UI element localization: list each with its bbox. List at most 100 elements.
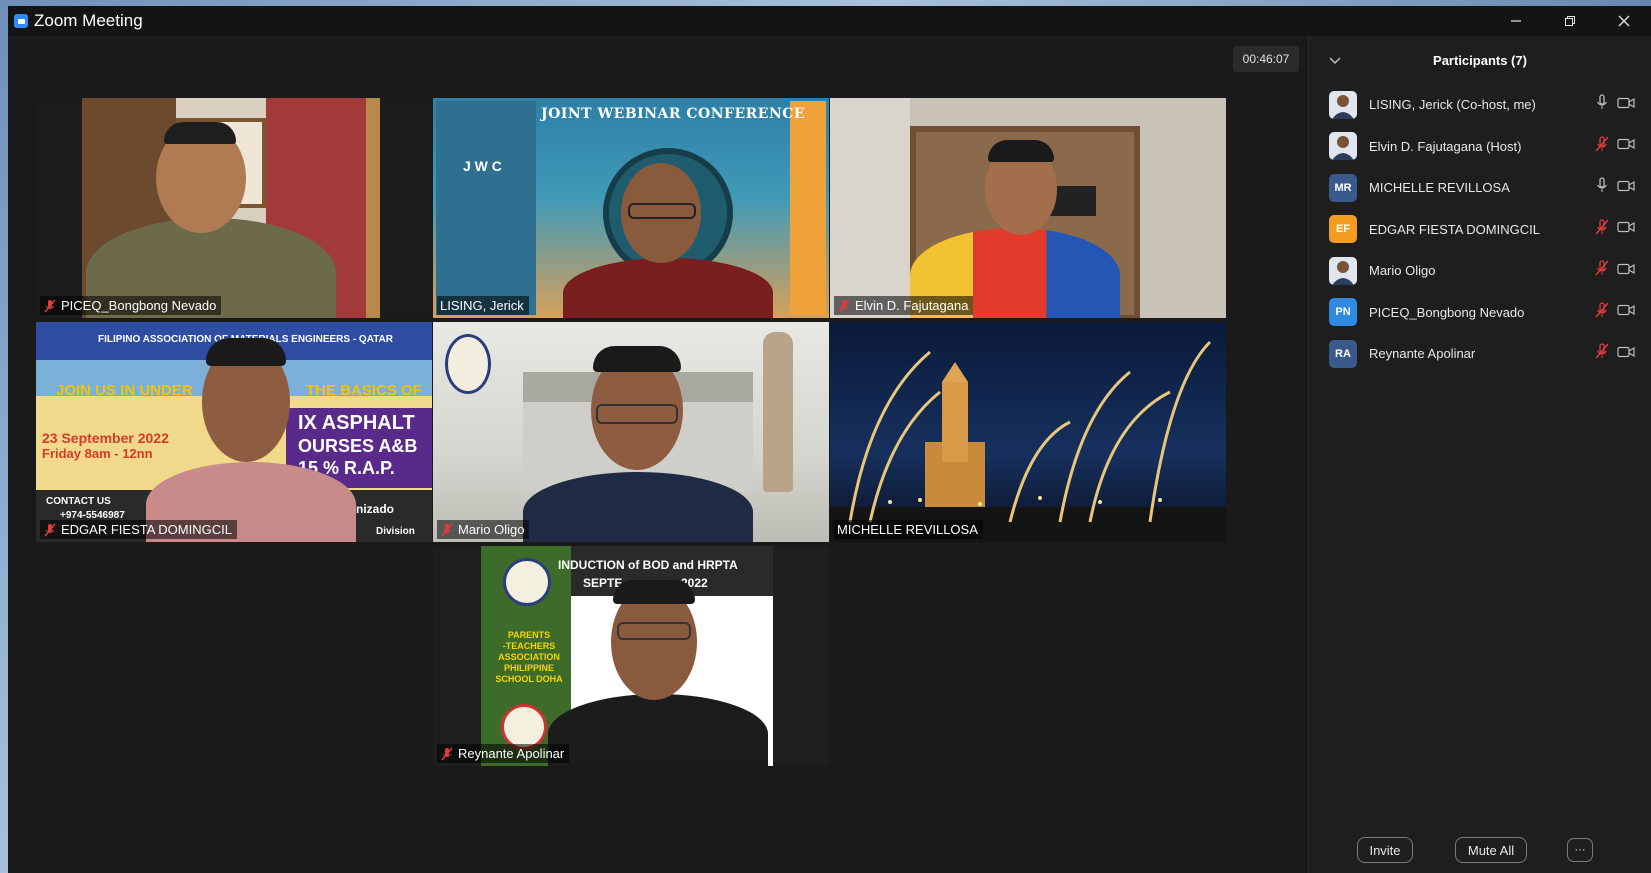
person-shirt [548, 694, 768, 766]
mute-all-button[interactable]: Mute All [1455, 837, 1527, 863]
person-hair [988, 140, 1054, 162]
close-icon [1618, 15, 1630, 27]
participant-name: LISING, Jerick (Co-host, me) [1369, 97, 1536, 113]
more-options-button[interactable]: ··· [1567, 838, 1593, 862]
video-off-icon[interactable] [1617, 262, 1635, 280]
video-tile-bongbong[interactable]: PICEQ_Bongbong Nevado [36, 98, 432, 318]
muted-mic-icon [441, 523, 453, 536]
side-line: ASSOCIATION [498, 652, 560, 662]
video-tile-reynante[interactable]: INDUCTION of BOD and HRPTA SEPTE 2022 PA… [433, 546, 829, 766]
tile-name-label: LISING, Jerick [437, 296, 529, 315]
participant-row[interactable]: MR MICHELLE REVILLOSA [1309, 167, 1651, 209]
participant-name: PICEQ_Bongbong Nevado [61, 298, 217, 313]
person-shirt [523, 472, 753, 542]
participant-row[interactable]: EF EDGAR FIESTA DOMINGCIL [1309, 209, 1651, 251]
video-tile-elvin[interactable]: Elvin D. Fajutagana [830, 98, 1226, 318]
person-hair [206, 338, 286, 366]
participant-status-icons [1595, 219, 1635, 240]
avatar: MR [1329, 173, 1357, 202]
participant-name: MICHELLE REVILLOSA [837, 522, 978, 537]
participant-row[interactable]: Elvin D. Fajutagana (Host) [1309, 126, 1651, 168]
video-tile-lising[interactable]: JOINT WEBINAR CONFERENCE J W C LISING, J… [433, 98, 829, 318]
webinar-title: JOINT WEBINAR CONFERENCE [541, 106, 806, 122]
side-line: PHILIPPINE [503, 663, 554, 673]
webinar-rightbar [790, 101, 826, 315]
side-line: PARENTS [507, 630, 551, 640]
video-tile-edgar[interactable]: FILIPINO ASSOCIATION OF MATERIALS ENGINE… [36, 322, 432, 542]
participant-row[interactable]: Mario Oligo [1309, 250, 1651, 292]
restore-button[interactable] [1543, 6, 1597, 36]
muted-mic-icon[interactable] [1595, 219, 1609, 240]
flyer-line1b: THE BASICS OF [306, 382, 422, 399]
side-line: -TEACHERS [502, 641, 556, 651]
mic-icon[interactable] [1595, 177, 1609, 198]
flyer-contact: CONTACT US [46, 496, 111, 507]
banner-title: INDUCTION of BOD and HRPTA [558, 558, 738, 572]
video-off-icon[interactable] [1617, 179, 1635, 197]
flyer-org: nizado [356, 502, 394, 516]
pta-seal [503, 558, 551, 606]
person-glasses [617, 622, 691, 640]
participants-title: Participants (7) [1433, 52, 1527, 68]
person-glasses [628, 203, 696, 219]
muted-mic-icon[interactable] [1595, 136, 1609, 157]
restore-icon [1565, 16, 1575, 26]
participant-status-icons [1595, 343, 1635, 364]
avatar [1329, 132, 1357, 161]
participant-status-icons [1595, 260, 1635, 281]
video-off-icon[interactable] [1617, 220, 1635, 238]
participant-row[interactable]: LISING, Jerick (Co-host, me) [1309, 84, 1651, 126]
video-tile-mario[interactable]: Mario Oligo [433, 322, 829, 542]
person-hair [613, 580, 695, 604]
muted-mic-icon [441, 747, 453, 760]
participant-name: Mario Oligo [458, 522, 525, 537]
tile-name-label: PICEQ_Bongbong Nevado [40, 296, 222, 315]
muted-mic-icon[interactable] [1595, 302, 1609, 323]
video-off-icon[interactable] [1617, 96, 1635, 114]
person-glasses [596, 404, 678, 424]
participants-panel: Participants (7) LISING, Jerick (Co-host… [1308, 36, 1651, 873]
participant-name: EDGAR FIESTA DOMINGCIL [1369, 221, 1540, 237]
participant-name: Elvin D. Fajutagana (Host) [1369, 138, 1522, 154]
participants-header: Participants (7) [1309, 36, 1651, 84]
video-gallery: 00:46:07 PICEQ_Bongbong Nevado JOINT WEB… [8, 36, 1308, 873]
avatar: RA [1329, 339, 1357, 368]
muted-mic-icon[interactable] [1595, 343, 1609, 364]
tile-name-label: Mario Oligo [437, 520, 530, 539]
video-tile-michelle[interactable]: MICHELLE REVILLOSA [830, 322, 1226, 542]
person-hair [593, 346, 681, 372]
muted-mic-icon [44, 523, 56, 536]
muted-mic-icon[interactable] [1595, 260, 1609, 281]
invite-button[interactable]: Invite [1357, 837, 1413, 863]
avatar: EF [1329, 215, 1357, 244]
participant-name: PICEQ_Bongbong Nevado [1369, 304, 1525, 320]
video-off-icon[interactable] [1617, 137, 1635, 155]
statue [763, 332, 793, 492]
participants-footer: Invite Mute All ··· [1309, 837, 1651, 863]
close-button[interactable] [1597, 6, 1651, 36]
chevron-down-icon[interactable] [1329, 53, 1341, 68]
tile-name-label: MICHELLE REVILLOSA [834, 520, 983, 539]
avatar [1329, 256, 1357, 285]
mic-icon[interactable] [1595, 94, 1609, 115]
participant-status-icons [1595, 177, 1635, 198]
participant-row[interactable]: RA Reynante Apolinar [1309, 333, 1651, 375]
video-off-icon[interactable] [1617, 345, 1635, 363]
flyer-line1: JOIN US IN UNDER [56, 382, 193, 399]
banner-side-text: PARENTS -TEACHERS ASSOCIATION PHILIPPINE… [491, 630, 567, 685]
zoom-window: Zoom Meeting 00:46:07 PICEQ_Bongbong Nev [8, 6, 1651, 873]
participant-row[interactable]: PN PICEQ_Bongbong Nevado [1309, 292, 1651, 334]
zoom-logo-icon [14, 14, 28, 28]
participant-name: LISING, Jerick [440, 298, 524, 313]
window-controls [1489, 6, 1651, 36]
webinar-acronym: J W C [463, 158, 502, 174]
flyer-division: Division [376, 526, 415, 537]
video-off-icon[interactable] [1617, 303, 1635, 321]
school-seal [445, 334, 491, 394]
minimize-button[interactable] [1489, 6, 1543, 36]
participant-status-icons [1595, 94, 1635, 115]
meeting-timer: 00:46:07 [1233, 46, 1299, 72]
flyer-line3: OURSES A&B [298, 436, 418, 456]
tile-name-label: Reynante Apolinar [437, 744, 570, 763]
webinar-sidebar [436, 101, 536, 315]
